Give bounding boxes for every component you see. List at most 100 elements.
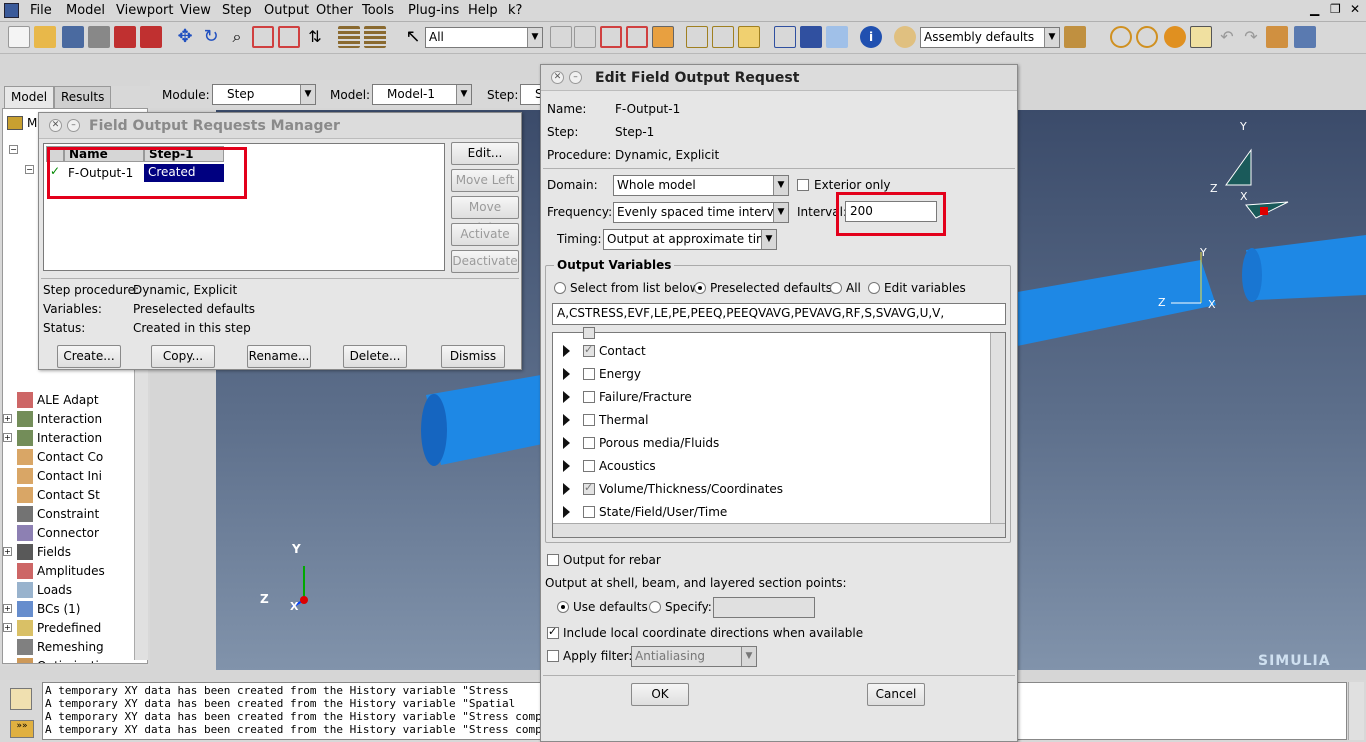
pan-icon[interactable]: ✥	[174, 26, 196, 48]
variables-vscroll[interactable]	[990, 333, 1005, 523]
print-icon[interactable]	[88, 26, 110, 48]
radio-use-defaults[interactable]	[557, 601, 569, 613]
box-zoom-icon[interactable]	[252, 26, 274, 48]
tree-expander[interactable]: +	[3, 623, 12, 632]
manager-close-icon[interactable]: ✕	[49, 119, 62, 132]
expand-triangle-icon[interactable]	[563, 345, 570, 357]
delete-button[interactable]: Delete...	[343, 345, 407, 368]
wireframe-icon[interactable]	[774, 26, 796, 48]
domain-combo[interactable]: Whole model ▼	[613, 175, 789, 196]
close-icon[interactable]: ✕	[1350, 2, 1360, 16]
menu-viewport[interactable]: Viewport	[116, 3, 174, 18]
frequency-combo[interactable]: Evenly spaced time intervals ▼	[613, 202, 789, 223]
variables-text-field[interactable]: A,CSTRESS,EVF,LE,PE,PEEQ,PEEQVAVG,PEVAVG…	[552, 303, 1006, 325]
tree-item[interactable]: + Fields	[3, 543, 135, 562]
variable-group-checkbox[interactable]	[583, 391, 595, 403]
tab-results[interactable]: Results	[54, 86, 112, 108]
menu-step[interactable]: Step	[222, 3, 252, 18]
include-local-checkbox[interactable]	[547, 625, 559, 639]
variable-group-checkbox[interactable]	[583, 506, 595, 518]
manager-minimize-icon[interactable]: –	[67, 119, 80, 132]
dismiss-button[interactable]: Dismiss	[441, 345, 505, 368]
menu-help[interactable]: Help	[468, 3, 498, 18]
variable-group-checkbox[interactable]	[583, 368, 595, 380]
message-scrollbar[interactable]	[1348, 682, 1364, 740]
open-folder-icon[interactable]	[34, 26, 56, 48]
tree-expander[interactable]: −	[9, 145, 18, 154]
menu-file[interactable]: File	[30, 3, 52, 18]
hidden-line-icon[interactable]	[800, 26, 822, 48]
replace-icon[interactable]	[1164, 26, 1186, 48]
model-combo[interactable]: Model-1 ▼	[372, 84, 472, 105]
redo-icon[interactable]: ↷	[1240, 26, 1262, 48]
select-tool-alt-icon[interactable]	[574, 26, 596, 48]
tree-expander[interactable]: +	[3, 604, 12, 613]
tree-item[interactable]: Contact St	[3, 486, 135, 505]
tree-scrollbar[interactable]	[134, 370, 148, 660]
save-icon[interactable]	[62, 26, 84, 48]
tree-item[interactable]: + BCs (1)	[3, 600, 135, 619]
minimize-icon[interactable]: ▁	[1310, 2, 1319, 16]
tree-item[interactable]: ALE Adapt	[3, 391, 135, 410]
variable-group-checkbox[interactable]	[583, 437, 595, 449]
tree-item[interactable]: Optimizatio	[3, 657, 135, 663]
select-tool-icon[interactable]	[550, 26, 572, 48]
create-button[interactable]: Create...	[57, 345, 121, 368]
layout-alt-icon[interactable]	[364, 26, 386, 48]
variable-group-checkbox[interactable]	[583, 481, 595, 495]
variable-group-checkbox[interactable]	[583, 414, 595, 426]
partial-group-checkbox[interactable]	[583, 327, 595, 339]
display-group-combo[interactable]: Assembly defaults ▼	[920, 27, 1060, 48]
filter-combo[interactable]: Antialiasing ▼	[631, 646, 757, 667]
menu-whats-this[interactable]: k?	[508, 3, 522, 18]
expand-triangle-icon[interactable]	[563, 483, 570, 495]
radio-all[interactable]	[830, 282, 842, 294]
editor-close-icon[interactable]: ✕	[551, 71, 564, 84]
union-icon[interactable]	[1110, 26, 1132, 48]
export-icon[interactable]	[140, 26, 162, 48]
display-group-icon[interactable]	[1064, 26, 1086, 48]
ok-button[interactable]: OK	[631, 683, 689, 706]
rename-button[interactable]: Rename...	[247, 345, 311, 368]
expand-triangle-icon[interactable]	[563, 391, 570, 403]
menu-tools[interactable]: Tools	[362, 3, 394, 18]
tree-item[interactable]: + Interaction	[3, 429, 135, 448]
rotate-icon[interactable]: ↻	[200, 26, 222, 48]
query-icon[interactable]	[626, 26, 648, 48]
new-file-icon[interactable]	[8, 26, 30, 48]
magnify-icon[interactable]: ⌕	[226, 26, 248, 48]
color-palette-icon[interactable]	[894, 26, 916, 48]
tree-item[interactable]: Remeshing	[3, 638, 135, 657]
tree-item[interactable]: + Interaction	[3, 410, 135, 429]
restore-icon[interactable]: ❐	[1330, 2, 1341, 16]
editor-minimize-icon[interactable]: –	[569, 71, 582, 84]
datum-icon[interactable]	[600, 26, 622, 48]
radio-edit-variables[interactable]	[868, 282, 880, 294]
expand-triangle-icon[interactable]	[563, 368, 570, 380]
expand-triangle-icon[interactable]	[563, 437, 570, 449]
menu-output[interactable]: Output	[264, 3, 309, 18]
move-right-button[interactable]: Move Right	[451, 196, 519, 235]
tab-model[interactable]: Model	[4, 86, 55, 108]
import-icon[interactable]	[114, 26, 136, 48]
radio-select-list[interactable]	[554, 282, 566, 294]
tree-expander[interactable]: −	[25, 165, 34, 174]
activate-button[interactable]: Activate	[451, 223, 519, 246]
layers-icon[interactable]	[1294, 26, 1316, 48]
variable-group-checkbox[interactable]	[583, 460, 595, 472]
menu-plugins[interactable]: Plug-ins	[408, 3, 459, 18]
radio-preselected[interactable]	[694, 282, 706, 294]
part-display-icon[interactable]	[652, 26, 674, 48]
intersect-icon[interactable]	[1136, 26, 1158, 48]
variable-group-checkbox[interactable]	[583, 343, 595, 357]
tree-item[interactable]: Contact Ini	[3, 467, 135, 486]
expand-triangle-icon[interactable]	[563, 506, 570, 518]
iso-view-icon[interactable]	[686, 26, 708, 48]
filled-icon[interactable]	[826, 26, 848, 48]
exterior-only-checkbox[interactable]	[797, 179, 809, 191]
expand-triangle-icon[interactable]	[563, 414, 570, 426]
tree-item[interactable]: Contact Co	[3, 448, 135, 467]
radio-specify[interactable]	[649, 601, 661, 613]
timing-combo[interactable]: Output at approximate times ▼	[603, 229, 777, 250]
cycle-views-icon[interactable]: ⇅	[304, 26, 326, 48]
